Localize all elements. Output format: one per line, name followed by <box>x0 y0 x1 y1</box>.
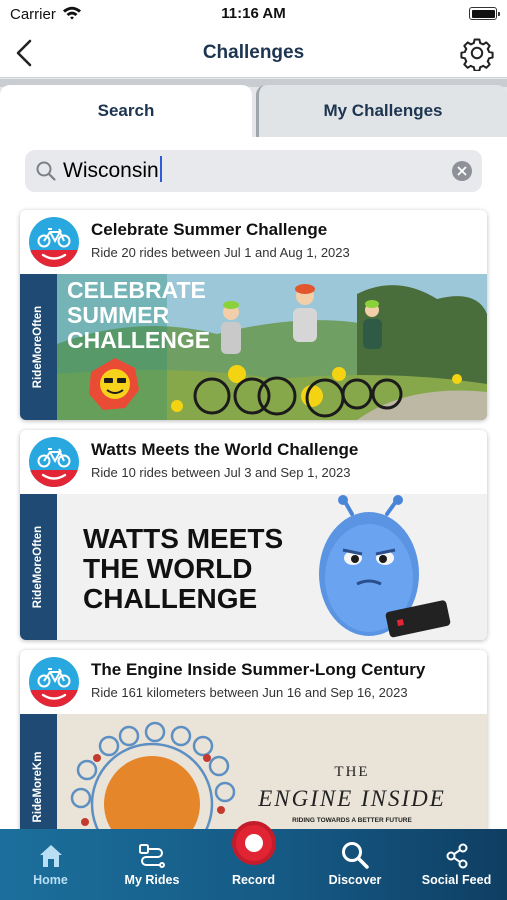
banner-line: ENGINE INSIDE <box>257 786 446 811</box>
clear-search-button[interactable] <box>452 161 472 181</box>
card-side-strip: RideMoreOften <box>20 274 57 420</box>
card-subtitle: Ride 10 rides between Jul 3 and Sep 1, 2… <box>91 465 351 480</box>
banner-line: SUMMER <box>67 302 170 328</box>
bottom-tab-bar: Home My Rides Record Discover Social Fee… <box>0 821 507 900</box>
card-title: Watts Meets the World Challenge <box>91 440 359 459</box>
bike-logo-icon <box>29 437 79 487</box>
tab-social-feed[interactable]: Social Feed <box>406 829 507 900</box>
search-icon <box>36 161 56 181</box>
banner-line: THE <box>334 764 369 780</box>
banner-line: WATTS MEETS <box>83 523 283 554</box>
card-title: Celebrate Summer Challenge <box>91 220 328 239</box>
status-bar: Carrier 11:16 AM <box>0 0 507 28</box>
tab-discover[interactable]: Discover <box>304 829 406 900</box>
tab-label: Home <box>33 873 68 887</box>
search-field[interactable]: Wisconsin <box>25 150 482 192</box>
gear-icon <box>460 38 494 72</box>
card-subtitle: Ride 20 rides between Jul 1 and Aug 1, 2… <box>91 245 350 260</box>
tab-my-rides[interactable]: My Rides <box>101 829 203 900</box>
card-banner: RideMoreOften CELEBRATE SUMMER CHALLENGE <box>20 274 487 420</box>
close-icon <box>457 166 467 176</box>
card-banner: RideMoreKm THE ENGINE INSIDE RIDING TOWA… <box>20 714 487 829</box>
challenge-card[interactable]: Watts Meets the World Challenge Ride 10 … <box>20 430 487 640</box>
banner-line: THE WORLD <box>83 553 253 584</box>
home-icon <box>39 845 62 867</box>
tab-search[interactable]: Search <box>0 85 252 137</box>
card-side-label: RideMoreOften <box>32 305 44 389</box>
banner-line: CHALLENGE <box>67 327 210 353</box>
tab-home[interactable]: Home <box>0 829 101 900</box>
banner-line: CELEBRATE <box>67 277 206 303</box>
challenge-card[interactable]: Celebrate Summer Challenge Ride 20 rides… <box>20 210 487 420</box>
tab-label: My Rides <box>124 873 180 887</box>
page-title: Challenges <box>202 42 305 63</box>
banner-image: WATTS MEETS THE WORLD CHALLENGE <box>57 494 487 640</box>
tab-record[interactable]: Record <box>203 821 304 900</box>
route-icon <box>139 844 165 868</box>
card-side-label: RideMoreOften <box>32 525 44 609</box>
segment-tabs: Search My Challenges <box>0 85 507 137</box>
challenge-list-panel: Wisconsin Celebrate Summer Challenge Rid… <box>0 137 507 829</box>
card-header: Celebrate Summer Challenge Ride 20 rides… <box>20 210 487 274</box>
card-side-label: RideMoreKm <box>32 751 44 823</box>
banner-line: CHALLENGE <box>83 583 257 614</box>
share-icon <box>446 843 467 869</box>
search-input-text: Wisconsin <box>63 159 159 182</box>
card-subtitle: Ride 161 kilometers between Jun 16 and S… <box>91 685 408 700</box>
card-header: Watts Meets the World Challenge Ride 10 … <box>20 430 487 494</box>
text-caret <box>159 156 162 183</box>
search-input[interactable]: Wisconsin <box>63 150 162 192</box>
card-side-strip: RideMoreKm <box>20 714 57 829</box>
clock: 11:16 AM <box>221 5 286 22</box>
bike-logo-icon <box>29 217 79 267</box>
settings-button[interactable] <box>459 35 495 72</box>
card-side-strip: RideMoreOften <box>20 494 57 640</box>
challenge-card[interactable]: The Engine Inside Summer-Long Century Ri… <box>20 650 487 829</box>
card-title: The Engine Inside Summer-Long Century <box>91 660 426 679</box>
record-icon <box>231 821 276 865</box>
banner-line: RIDING TOWARDS A BETTER FUTURE <box>292 817 412 824</box>
tab-my-challenges[interactable]: My Challenges <box>256 85 507 137</box>
nav-bar: Challenges <box>0 28 507 78</box>
card-header: The Engine Inside Summer-Long Century Ri… <box>20 650 487 714</box>
search-icon <box>342 842 369 869</box>
tab-label: Record <box>231 873 276 887</box>
battery-icon <box>469 7 500 20</box>
card-banner: RideMoreOften WATTS MEETS THE WORLD CHAL… <box>20 494 487 640</box>
banner-image: THE ENGINE INSIDE RIDING TOWARDS A BETTE… <box>57 714 487 829</box>
tab-label: Discover <box>328 873 382 887</box>
banner-image: CELEBRATE SUMMER CHALLENGE <box>57 274 487 420</box>
bike-logo-icon <box>29 657 79 707</box>
tab-label: Social Feed <box>421 873 492 887</box>
